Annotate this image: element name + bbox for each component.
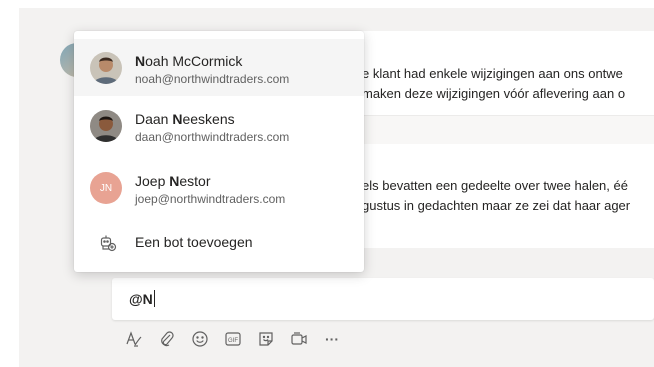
text-caret [153, 290, 155, 307]
compose-value: @N [129, 291, 153, 307]
format-icon[interactable] [125, 330, 143, 348]
gif-label: GIF [228, 338, 238, 344]
more-options-label: ··· [325, 331, 339, 347]
mention-suggestion-item[interactable]: Noah McCormick noah@northwindtraders.com [74, 39, 364, 96]
person-photo-avatar [90, 52, 122, 84]
compose-box[interactable]: @N [112, 278, 654, 320]
mention-suggestions: Noah McCormick noah@northwindtraders.com… [74, 31, 364, 272]
attach-icon[interactable] [158, 330, 176, 348]
suggestion-name: Joep Nestor [135, 173, 211, 189]
emoji-icon[interactable] [191, 330, 209, 348]
mention-suggestion-item[interactable]: JN Joep Nestor joep@northwindtraders.com [74, 159, 364, 216]
mention-suggestion-item[interactable]: Daan Neeskens daan@northwindtraders.com [74, 97, 364, 154]
gif-icon[interactable]: GIF [224, 330, 242, 348]
suggestion-name: Noah McCormick [135, 53, 243, 69]
suggestion-email: noah@northwindtraders.com [135, 72, 290, 86]
message-line: gustus in gedachten maar ze zei dat haar… [362, 198, 631, 213]
add-bot-icon [99, 234, 117, 257]
more-options-icon[interactable]: ··· [323, 330, 341, 348]
add-bot-item[interactable]: Een bot toevoegen [74, 219, 364, 266]
suggestion-email: joep@northwindtraders.com [135, 192, 286, 206]
message-line: els bevatten een gedeelte over twee hale… [362, 178, 628, 193]
message-line: e klant had enkele wijzigingen aan ons o… [362, 66, 623, 81]
message-line: maken deze wijzigingen vóór aflevering a… [362, 86, 626, 101]
meet-now-icon[interactable] [290, 330, 308, 348]
sticker-icon[interactable] [257, 330, 275, 348]
add-bot-label: Een bot toevoegen [135, 234, 253, 250]
suggestion-email: daan@northwindtraders.com [135, 130, 290, 144]
person-photo-avatar [90, 110, 122, 142]
suggestion-name: Daan Neeskens [135, 111, 235, 127]
initials-avatar: JN [90, 172, 122, 204]
compose-input[interactable]: @N [129, 290, 155, 307]
compose-toolbar: GIF ··· [125, 328, 341, 350]
